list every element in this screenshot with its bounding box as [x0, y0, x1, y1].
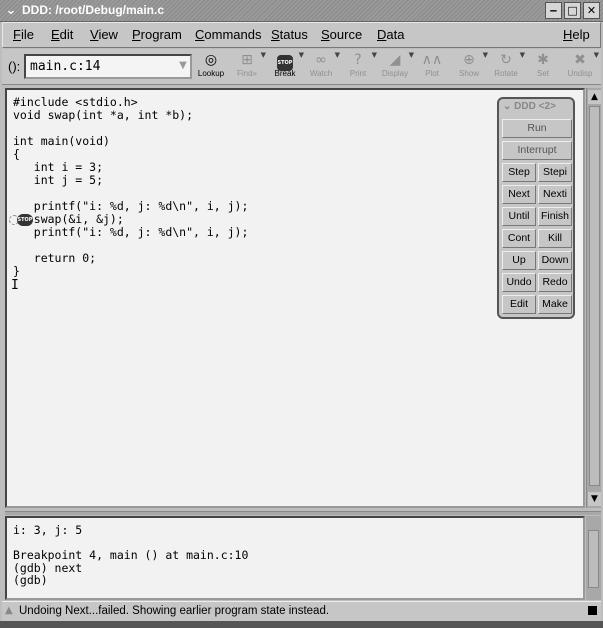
show-button[interactable]: ⊕ Show ▼: [450, 51, 488, 83]
nexti-button[interactable]: Nexti: [538, 185, 572, 204]
pane-sash[interactable]: [5, 511, 601, 515]
down-button[interactable]: Down: [538, 251, 572, 270]
menu-edit[interactable]: Edit: [51, 27, 73, 42]
command-tool: ⌄ DDD <2> Run Interrupt Step Stepi Next …: [497, 97, 575, 319]
print-button[interactable]: ? Print ▼: [339, 51, 377, 83]
debugger-console[interactable]: i: 3, j: 5 Breakpoint 4, main () at main…: [5, 516, 585, 600]
menu-bar: File Edit View Program Commands Status S…: [2, 22, 601, 48]
plot-button[interactable]: ∧∧ Plot: [413, 51, 451, 83]
window-frame-bottom: [0, 621, 603, 628]
dropdown-arrow-icon: ▼: [593, 51, 599, 59]
menu-file[interactable]: File: [13, 27, 34, 42]
scroll-down-icon[interactable]: ▼: [588, 492, 601, 506]
console-output[interactable]: i: 3, j: 5 Breakpoint 4, main () at main…: [13, 524, 248, 587]
cont-button[interactable]: Cont: [502, 229, 536, 248]
menu-status[interactable]: Status: [271, 27, 308, 42]
command-tool-title[interactable]: ⌄ DDD <2>: [503, 101, 556, 112]
menu-commands[interactable]: Commands: [195, 27, 261, 42]
console-scrollbar[interactable]: [586, 516, 601, 600]
plot-icon: ∧∧: [421, 52, 443, 68]
finish-button[interactable]: Finish: [538, 207, 572, 226]
scroll-up-icon[interactable]: ▲: [588, 90, 601, 104]
status-bar: ▲ Undoing Next...failed. Showing earlier…: [2, 601, 601, 621]
make-button[interactable]: Make: [538, 295, 572, 314]
status-history-icon[interactable]: ▲: [5, 605, 13, 616]
source-line[interactable]: void swap(int *a, int *b);: [13, 109, 248, 122]
menu-help[interactable]: Help: [563, 27, 590, 42]
interrupt-button[interactable]: Interrupt: [502, 141, 572, 160]
source-line[interactable]: }: [13, 265, 248, 278]
source-line[interactable]: int main(void): [13, 135, 248, 148]
menu-program[interactable]: Program: [132, 27, 182, 42]
step-button[interactable]: Step: [502, 163, 536, 182]
title-bar: ⌄ DDD: /root/Debug/main.c ‒ □ ✕: [0, 0, 603, 22]
edit-button[interactable]: Edit: [502, 295, 536, 314]
argument-dropdown-icon[interactable]: ▼: [176, 57, 190, 75]
text-cursor-icon: I: [11, 278, 19, 293]
source-line[interactable]: int j = 5;: [13, 174, 248, 187]
console-scroll-thumb[interactable]: [588, 530, 599, 588]
menu-data[interactable]: Data: [377, 27, 404, 42]
scroll-thumb[interactable]: [589, 106, 600, 486]
toolbar: (): main.c:14 ▼ ◎ Lookup ⊞ Find» ▼ STOP …: [2, 49, 601, 85]
busy-indicator-icon: [588, 606, 597, 615]
source-code[interactable]: #include <stdio.h> void swap(int *a, int …: [13, 96, 248, 278]
up-button[interactable]: Up: [502, 251, 536, 270]
minimize-button[interactable]: ‒: [545, 2, 562, 19]
source-scrollbar[interactable]: ▲ ▼: [586, 88, 601, 508]
undo-button[interactable]: Undo: [502, 273, 536, 292]
find-button[interactable]: ⊞ Find» ▼: [228, 51, 266, 83]
break-button[interactable]: STOP Break ▼: [266, 51, 304, 83]
source-line[interactable]: return 0;: [13, 252, 248, 265]
next-button[interactable]: Next: [502, 185, 536, 204]
stepi-button[interactable]: Stepi: [538, 163, 572, 182]
status-message: Undoing Next...failed. Showing earlier p…: [19, 605, 330, 617]
lookup-icon: ◎: [204, 52, 218, 68]
window-menu-icon[interactable]: ⌄: [3, 3, 19, 19]
set-icon: ✱: [537, 52, 549, 68]
maximize-button[interactable]: □: [564, 2, 581, 19]
breakpoint-stop-icon[interactable]: STOP: [17, 214, 33, 226]
run-button[interactable]: Run: [502, 119, 572, 138]
source-line[interactable]: printf("i: %d, j: %d\n", i, j);: [13, 226, 249, 239]
kill-button[interactable]: Kill: [538, 229, 572, 248]
rotate-button[interactable]: ↻ Rotate ▼: [487, 51, 525, 83]
menu-source[interactable]: Source: [321, 27, 362, 42]
argument-input[interactable]: main.c:14: [24, 54, 192, 79]
lookup-button[interactable]: ◎ Lookup: [192, 51, 230, 83]
argument-label: ():: [8, 59, 21, 74]
redo-button[interactable]: Redo: [538, 273, 572, 292]
window-title: DDD: /root/Debug/main.c: [22, 3, 165, 17]
set-button[interactable]: ✱ Set: [524, 51, 562, 83]
menu-view[interactable]: View: [90, 27, 118, 42]
display-button[interactable]: ◢ Display ▼: [376, 51, 414, 83]
watch-button[interactable]: ∞ Watch ▼: [302, 51, 340, 83]
until-button[interactable]: Until: [502, 207, 536, 226]
close-button[interactable]: ✕: [583, 2, 600, 19]
undisp-button[interactable]: ✖ Undisp ▼: [561, 51, 599, 83]
